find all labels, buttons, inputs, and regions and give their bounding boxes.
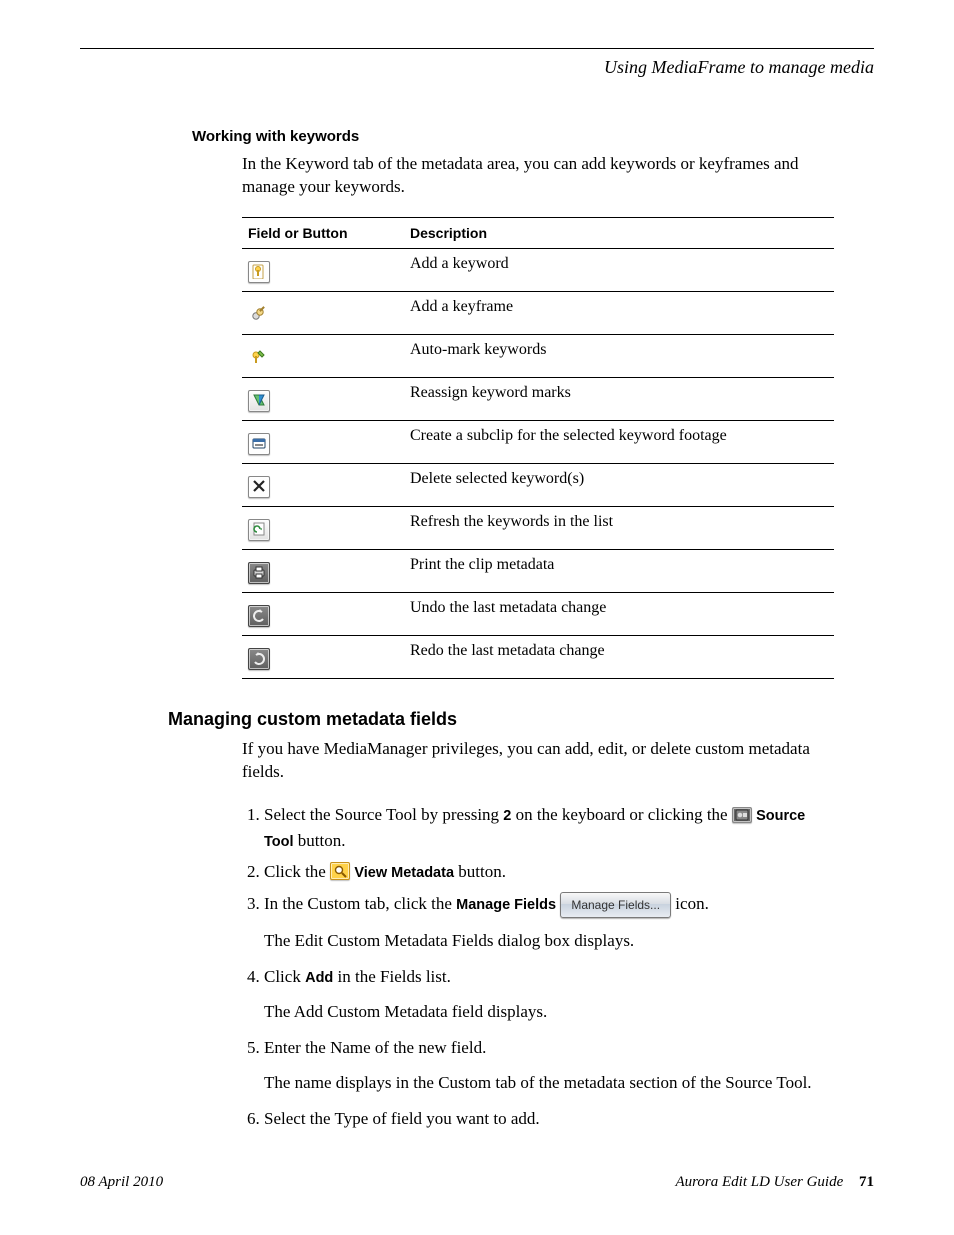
step-4: Click Add in the Fields list. The Add Cu… xyxy=(264,964,834,1025)
footer-date: 08 April 2010 xyxy=(80,1174,163,1191)
table-cell-desc: Add a keyframe xyxy=(404,291,834,334)
keyword-buttons-table: Field or Button Description Add a keywor… xyxy=(242,217,834,679)
table-cell-desc: Refresh the keywords in the list xyxy=(404,506,834,549)
table-row: Undo the last metadata change xyxy=(242,592,834,635)
view-metadata-label: View Metadata xyxy=(354,865,454,881)
table-row: Print the clip metadata xyxy=(242,549,834,592)
running-header: Using MediaFrame to manage media xyxy=(80,57,874,78)
step-3-result: The Edit Custom Metadata Fields dialog b… xyxy=(264,928,834,954)
section-heading-custom-fields: Managing custom metadata fields xyxy=(168,709,874,730)
section-heading-keywords: Working with keywords xyxy=(192,128,874,145)
table-cell-desc: Redo the last metadata change xyxy=(404,635,834,678)
table-row: Add a keyframe xyxy=(242,291,834,334)
reassign-marks-icon xyxy=(248,390,270,412)
manage-fields-button-graphic: Manage Fields... xyxy=(560,892,671,918)
table-cell-desc: Create a subclip for the selected keywor… xyxy=(404,420,834,463)
add-keyframe-icon xyxy=(248,304,270,326)
table-cell-desc: Add a keyword xyxy=(404,248,834,291)
page-footer: 08 April 2010 Aurora Edit LD User Guide … xyxy=(80,1174,874,1191)
add-label: Add xyxy=(305,970,333,986)
view-metadata-icon xyxy=(330,862,350,880)
table-row: Delete selected keyword(s) xyxy=(242,463,834,506)
table-row: Refresh the keywords in the list xyxy=(242,506,834,549)
step-6: Select the Type of field you want to add… xyxy=(264,1106,834,1132)
undo-metadata-icon xyxy=(248,605,270,627)
section2-intro: If you have MediaManager privileges, you… xyxy=(242,738,834,784)
step-5: Enter the Name of the new field. The nam… xyxy=(264,1035,834,1096)
steps-list: Select the Source Tool by pressing 2 on … xyxy=(242,802,834,1132)
manage-fields-label: Manage Fields xyxy=(456,897,556,913)
table-row: Auto-mark keywords xyxy=(242,334,834,377)
footer-page-number: 71 xyxy=(859,1174,874,1190)
table-cell-desc: Print the clip metadata xyxy=(404,549,834,592)
source-tool-icon xyxy=(732,807,752,823)
section1-intro: In the Keyword tab of the metadata area,… xyxy=(242,153,834,199)
table-cell-desc: Reassign keyword marks xyxy=(404,377,834,420)
table-cell-desc: Delete selected keyword(s) xyxy=(404,463,834,506)
print-metadata-icon xyxy=(248,562,270,584)
table-header-field: Field or Button xyxy=(242,217,404,248)
footer-booktitle: Aurora Edit LD User Guide xyxy=(675,1174,843,1190)
add-keyword-icon xyxy=(248,261,270,283)
step-5-result: The name displays in the Custom tab of t… xyxy=(264,1070,834,1096)
step-3: In the Custom tab, click the Manage Fiel… xyxy=(264,891,834,954)
table-cell-desc: Undo the last metadata change xyxy=(404,592,834,635)
step-1: Select the Source Tool by pressing 2 on … xyxy=(264,802,834,854)
delete-keyword-icon xyxy=(248,476,270,498)
auto-mark-icon xyxy=(248,347,270,369)
refresh-list-icon xyxy=(248,519,270,541)
table-row: Reassign keyword marks xyxy=(242,377,834,420)
table-row: Add a keyword xyxy=(242,248,834,291)
step-4-result: The Add Custom Metadata field displays. xyxy=(264,999,834,1025)
table-header-desc: Description xyxy=(404,217,834,248)
create-subclip-icon xyxy=(248,433,270,455)
redo-metadata-icon xyxy=(248,648,270,670)
table-row: Redo the last metadata change xyxy=(242,635,834,678)
step-2: Click the View Metadata button. xyxy=(264,859,834,885)
table-cell-desc: Auto-mark keywords xyxy=(404,334,834,377)
table-row: Create a subclip for the selected keywor… xyxy=(242,420,834,463)
